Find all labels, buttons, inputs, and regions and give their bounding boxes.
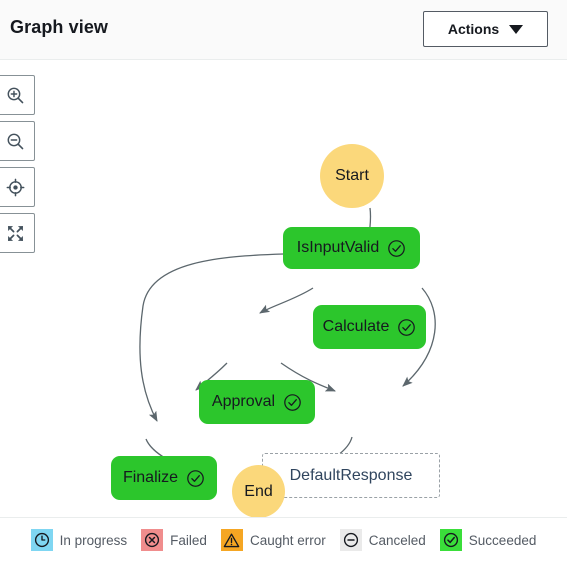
- graph-node-defaultresponse[interactable]: DefaultResponse: [262, 453, 440, 498]
- clock-icon: [30, 529, 53, 551]
- check-circle-icon: [186, 469, 205, 488]
- legend-label: In progress: [59, 532, 128, 548]
- graph-node-calculate[interactable]: Calculate: [313, 305, 426, 349]
- legend-label: Canceled: [368, 532, 426, 548]
- graph-node-label: DefaultResponse: [289, 466, 413, 484]
- check-circle-icon: [397, 318, 416, 337]
- legend-item-caught-error: Caught error: [220, 529, 326, 551]
- graph-canvas[interactable]: Start IsInputValid Calculate Approval Fi…: [0, 61, 567, 517]
- minus-circle-icon: [339, 529, 362, 551]
- graph-node-label: Finalize: [122, 469, 179, 486]
- warning-triangle-icon: [220, 529, 243, 551]
- zoom-in-icon: [7, 87, 24, 103]
- center-target-icon: [6, 178, 25, 196]
- legend-label: Failed: [170, 532, 207, 548]
- legend-label: Succeeded: [468, 532, 537, 548]
- legend-item-in-progress: In progress: [30, 529, 128, 551]
- canvas-toolbar: [0, 75, 35, 253]
- legend-item-canceled: Canceled: [339, 529, 426, 551]
- zoom-in-button[interactable]: [0, 75, 35, 115]
- center-button[interactable]: [0, 167, 35, 207]
- legend-item-failed: Failed: [141, 529, 207, 551]
- page-title: Graph view: [10, 17, 109, 37]
- graph-node-isinputvalid[interactable]: IsInputValid: [283, 227, 420, 269]
- graph-node-finalize[interactable]: Finalize: [111, 456, 217, 500]
- graph-node-end[interactable]: End: [232, 465, 285, 517]
- fit-to-screen-icon: [7, 225, 24, 241]
- graph-edges: [139, 147, 436, 474]
- status-legend: In progress Failed Caught error Canceled…: [0, 517, 567, 562]
- chevron-down-icon: [509, 24, 524, 34]
- zoom-out-button[interactable]: [0, 121, 35, 161]
- legend-label: Caught error: [249, 532, 326, 548]
- actions-button[interactable]: Actions: [423, 11, 548, 47]
- graph-node-label: Start: [335, 167, 369, 184]
- panel-header: Graph view Actions: [0, 0, 567, 60]
- actions-button-label: Actions: [447, 21, 500, 37]
- x-circle-icon: [141, 529, 164, 551]
- graph-node-approval[interactable]: Approval: [199, 380, 315, 424]
- check-circle-icon: [439, 529, 462, 551]
- graph-node-start[interactable]: Start: [320, 144, 384, 208]
- graph-node-label: End: [244, 482, 273, 500]
- graph-view-panel: Graph view Actions Start IsInputValid Ca…: [0, 0, 567, 562]
- graph-node-label: Approval: [211, 393, 276, 410]
- graph-node-label: IsInputValid: [296, 239, 380, 256]
- zoom-out-icon: [7, 133, 24, 149]
- check-circle-icon: [387, 239, 406, 258]
- graph-node-label: Calculate: [322, 318, 390, 335]
- fit-to-screen-button[interactable]: [0, 213, 35, 253]
- check-circle-icon: [283, 393, 302, 412]
- legend-item-succeeded: Succeeded: [439, 529, 537, 551]
